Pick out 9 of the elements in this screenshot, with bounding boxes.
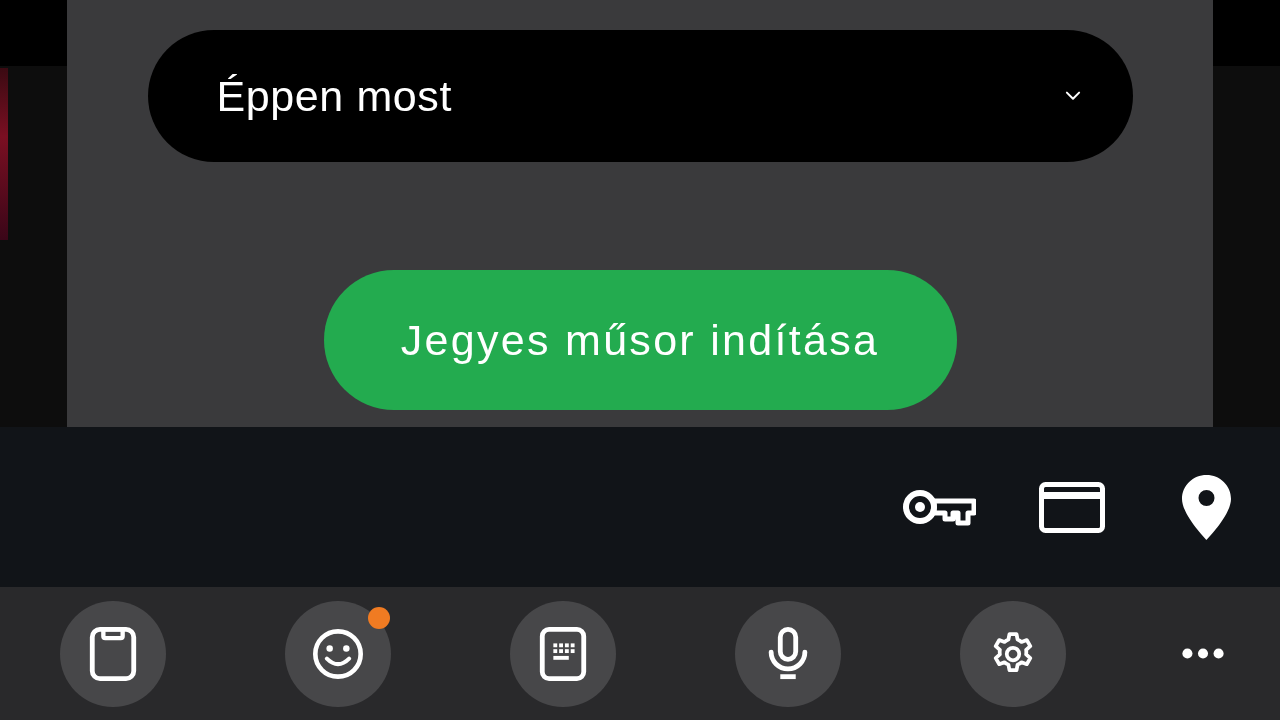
time-select-dropdown[interactable]: Éppen most [147,30,1133,162]
chevron-down-icon [1064,91,1081,101]
location-pin-icon [1181,474,1231,540]
key-icon [900,487,976,527]
credit-card-icon [1039,481,1105,533]
more-icon [1180,648,1225,659]
keypad-icon [537,626,588,681]
clipboard-icon [87,626,138,681]
smiley-icon [312,626,363,681]
